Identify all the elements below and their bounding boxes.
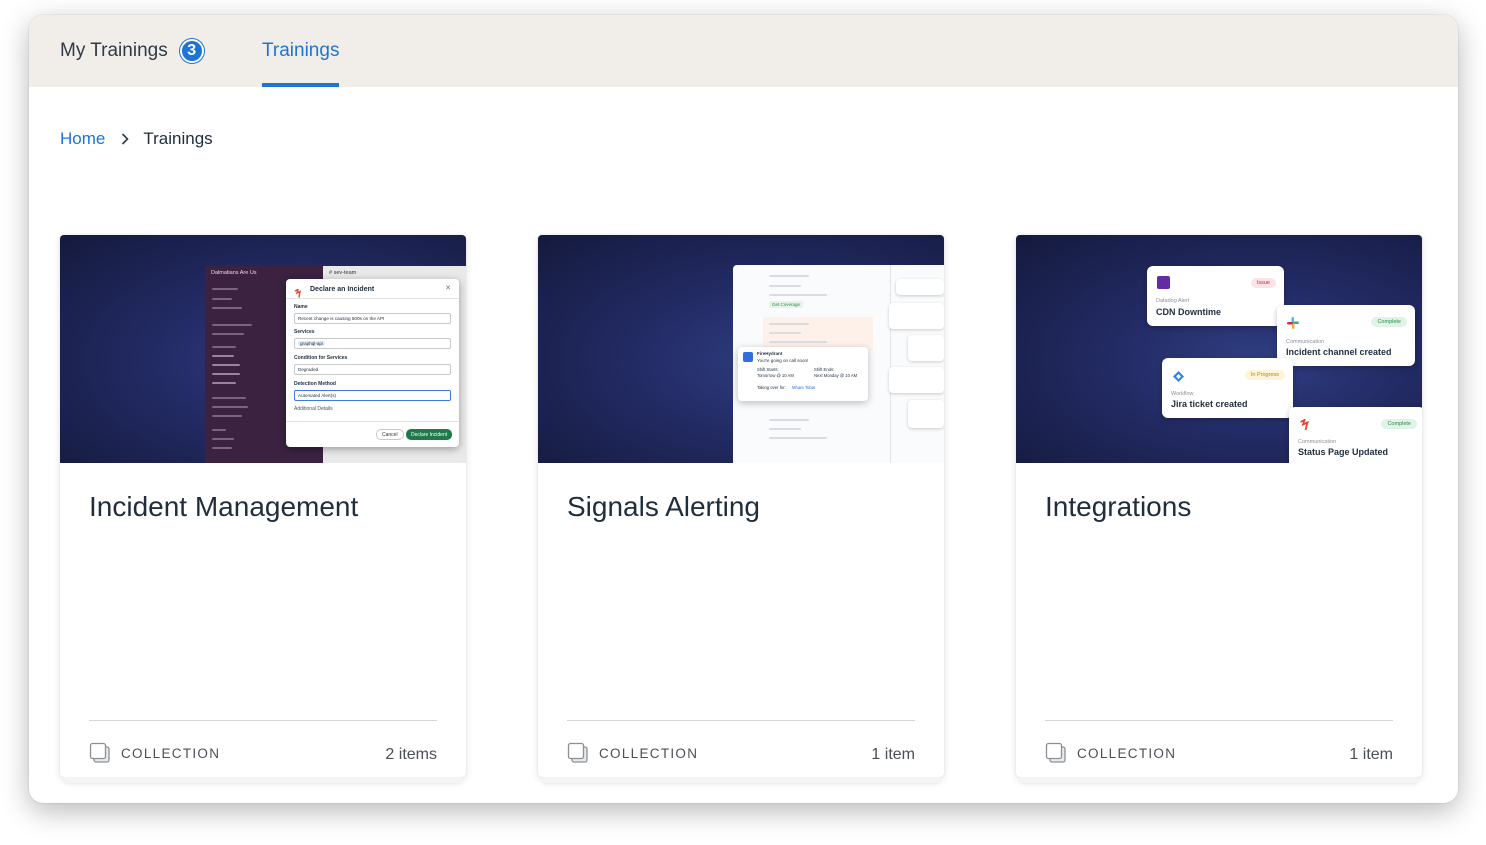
declare-incident-dialog: Declare an Incident ✕ Name Recent change… (286, 279, 459, 447)
name-field-label: Name (294, 304, 308, 310)
event-title: Incident channel created (1286, 347, 1392, 357)
status-pill: Issue (1250, 278, 1276, 288)
tab-my-trainings[interactable]: My Trainings 3 (60, 15, 204, 87)
condition-field-label: Condition for Services (294, 355, 348, 361)
notification-message: You're going on call soon! (757, 358, 809, 363)
tab-trainings[interactable]: Trainings (262, 15, 340, 87)
shift-ends-value: Next Monday @ 10 AM (814, 373, 858, 378)
dialog-title: Declare an Incident (310, 286, 375, 293)
card-title: Integrations (1045, 491, 1192, 522)
slack-icon (1287, 316, 1299, 329)
card-divider (89, 720, 437, 721)
breadcrumb: Home Trainings (60, 129, 213, 149)
chat-channel-name: # sev-team (329, 270, 357, 276)
event-source: Communication (1286, 339, 1325, 345)
collection-item-count: 1 item (1349, 746, 1393, 763)
notification-app-name: FireHydrant (757, 351, 783, 356)
collection-icon (89, 742, 111, 764)
card-footer: COLLECTION 1 item (1045, 738, 1393, 768)
collection-type-label: COLLECTION (599, 745, 699, 761)
training-card-integrations[interactable]: Issue Datadog Alert CDN Downtime Complet… (1016, 235, 1422, 783)
services-field-label: Services (294, 329, 315, 335)
name-field-value: Recent change is causing 500s on the API (298, 316, 385, 321)
event-source: Workflow (1171, 391, 1194, 397)
event-source: Datadog Alert (1156, 298, 1190, 304)
jira-icon (1173, 369, 1184, 382)
tab-bar: My Trainings 3 Trainings (29, 15, 1458, 87)
status-pill: Complete (1371, 317, 1407, 327)
card-footer: COLLECTION 2 items (89, 738, 437, 768)
details-field-label: Additional Details (294, 406, 333, 412)
collection-type-label: COLLECTION (1077, 745, 1177, 761)
integration-event-card: In Progress Workflow Jira ticket created (1162, 358, 1293, 418)
collection-type-label: COLLECTION (121, 745, 221, 761)
training-card-signals-alerting[interactable]: Get Coverage FireHydrant You're going on… (538, 235, 944, 783)
collection-item-count: 1 item (871, 746, 915, 763)
close-icon: ✕ (445, 285, 451, 292)
card-title: Signals Alerting (567, 491, 761, 522)
breadcrumb-home-link[interactable]: Home (60, 129, 105, 149)
firehydrant-app-icon (743, 352, 753, 362)
dialog-declare-button: Declare Incident (406, 429, 453, 440)
tab-trainings-label: Trainings (262, 40, 340, 61)
firehydrant-logo-icon (1299, 418, 1311, 431)
event-title: Jira ticket created (1171, 399, 1248, 409)
shift-ends-label: Shift Ends: (814, 367, 835, 372)
chevron-right-icon (121, 133, 129, 145)
event-source: Communication (1298, 439, 1337, 445)
collection-icon (567, 742, 589, 764)
collection-icon (1045, 742, 1067, 764)
card-thumbnail: Dalmatians Are Us # sev-team Declare an … (60, 235, 466, 463)
breadcrumb-current: Trainings (143, 129, 213, 148)
event-title: Status Page Updated (1298, 447, 1389, 457)
service-chip: graphql-api (298, 341, 325, 346)
card-divider (567, 720, 915, 721)
card-title: Incident Management (89, 491, 359, 522)
integration-event-card: Complete Communication Incident channel … (1277, 305, 1415, 366)
card-thumbnail: Issue Datadog Alert CDN Downtime Complet… (1016, 235, 1422, 463)
event-title: CDN Downtime (1156, 307, 1221, 317)
taking-over-name: Mhare Tobar (792, 385, 816, 390)
datadog-icon (1157, 276, 1170, 289)
card-thumbnail: Get Coverage FireHydrant You're going on… (538, 235, 944, 463)
oncall-notification: FireHydrant You're going on call soon! S… (738, 347, 868, 401)
chat-workspace-title: Dalmatians Are Us (211, 270, 257, 276)
status-pill: Complete (1381, 419, 1417, 429)
card-footer: COLLECTION 1 item (567, 738, 915, 768)
status-pill: In Progress (1244, 370, 1285, 380)
shift-starts-value: Tomorrow @ 10 AM (757, 373, 794, 378)
card-divider (1045, 720, 1393, 721)
tab-my-trainings-label: My Trainings (60, 40, 168, 61)
app-window: My Trainings 3 Trainings Home Trainings … (29, 15, 1458, 803)
integration-event-card: Complete Communication Status Page Updat… (1289, 407, 1422, 463)
integration-event-card: Issue Datadog Alert CDN Downtime (1147, 266, 1284, 326)
training-card-incident-management[interactable]: Dalmatians Are Us # sev-team Declare an … (60, 235, 466, 783)
get-coverage-badge: Get Coverage (769, 301, 804, 308)
shift-starts-label: Shift Starts: (757, 367, 779, 372)
dialog-cancel-button: Cancel (376, 429, 404, 440)
collection-item-count: 2 items (385, 746, 437, 763)
active-tab-indicator (262, 83, 340, 87)
firehydrant-logo-icon (294, 285, 303, 298)
taking-over-label: Taking over for: (757, 385, 786, 390)
condition-field-value: Degraded (298, 367, 319, 372)
my-trainings-count-badge: 3 (179, 39, 204, 63)
detection-field-label: Detection Method (294, 381, 336, 387)
detection-field-value: Automated Alert(s) (298, 393, 337, 398)
